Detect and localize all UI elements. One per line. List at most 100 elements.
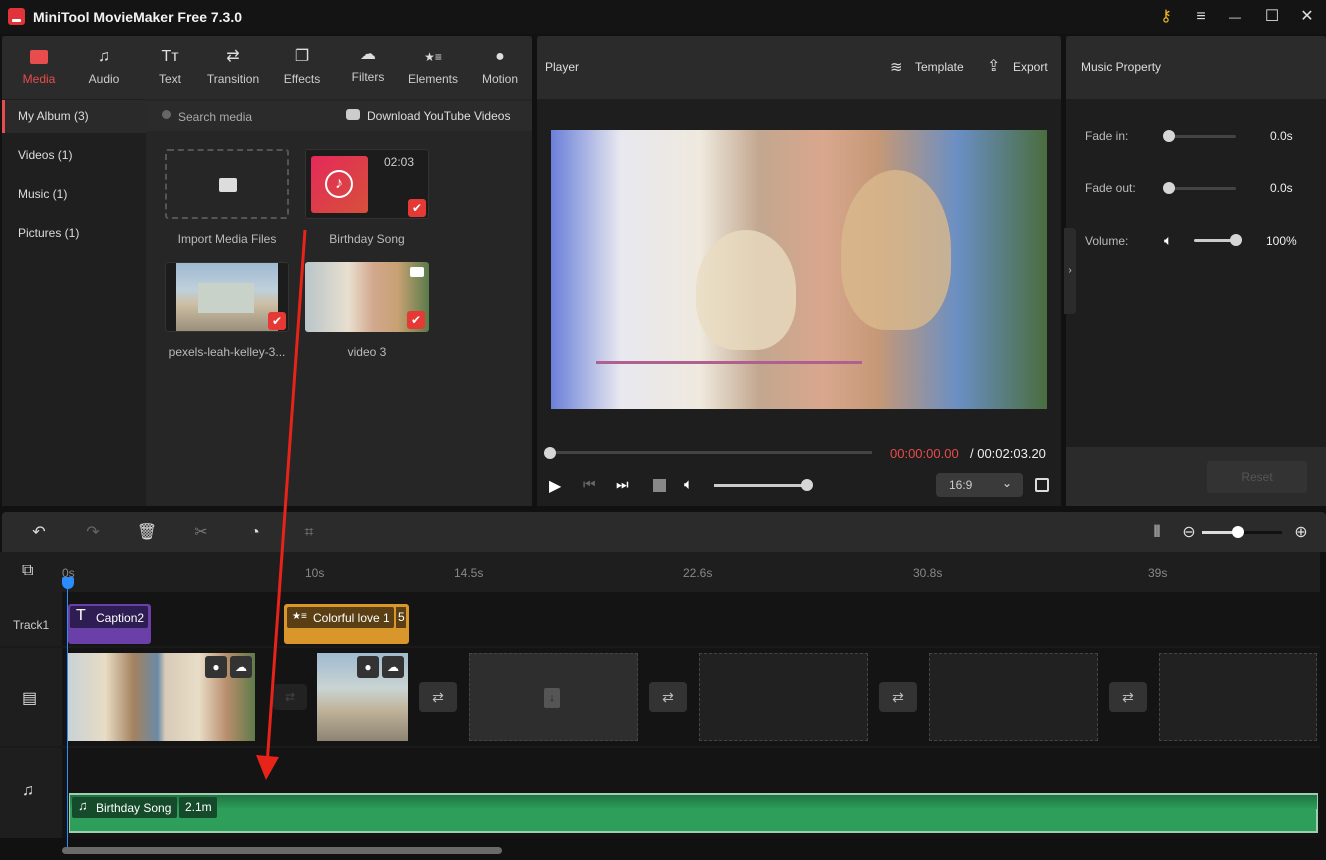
redo-button[interactable]: ↷ <box>82 522 104 544</box>
annotation-arrow <box>256 229 307 780</box>
filters-icon: ☁ <box>360 46 376 63</box>
music-icon: ♫ <box>78 798 88 813</box>
split-button[interactable]: ✂ <box>190 522 212 544</box>
tab-label: Effects <box>283 72 321 86</box>
timeline-ruler[interactable]: ⧉ 0s 10s 14.5s 22.6s 30.8s 39s <box>0 552 1320 592</box>
volume-icon: 🔈︎ <box>1164 232 1173 248</box>
stop-button[interactable] <box>653 479 666 492</box>
zoom-in-button[interactable]: ⊕ <box>1290 522 1312 544</box>
caption-clip[interactable]: T Caption2 <box>68 604 151 644</box>
search-input[interactable]: Search media <box>178 110 252 124</box>
transition-slot[interactable]: ⇄ <box>1109 682 1147 712</box>
player-header: Player ≋ Template ⇪ Export <box>537 36 1061 99</box>
media-item-video-3[interactable]: ✔ <box>305 262 429 332</box>
zoom-handle[interactable] <box>1232 526 1244 538</box>
annotation-arrow-head <box>256 755 279 780</box>
next-frame-button[interactable]: ⏭ <box>616 476 629 493</box>
tab-text[interactable]: Tт Text <box>142 36 198 99</box>
previous-frame-button[interactable]: ⏮ <box>583 476 596 493</box>
video-track-icon: ▤ <box>22 690 38 707</box>
video-preview[interactable] <box>551 130 1047 409</box>
collapse-panel-handle[interactable]: › <box>1064 228 1076 314</box>
property-title: Music Property <box>1081 60 1162 74</box>
tab-label: Text <box>158 72 181 86</box>
transition-icon: ⇄ <box>226 48 240 65</box>
play-button[interactable]: ▶ <box>549 476 561 496</box>
volume-slider[interactable] <box>714 484 806 487</box>
main-toolbar: Media ♫ Audio Tт Text ⇄ Transition ❐ Eff… <box>2 36 532 99</box>
fade-in-handle[interactable] <box>1163 130 1175 142</box>
timeline-scrollbar[interactable] <box>62 847 502 854</box>
media-label: Birthday Song <box>329 232 405 246</box>
undo-button[interactable]: ↶ <box>28 522 50 544</box>
zoom-out-button[interactable]: ⊖ <box>1178 522 1200 544</box>
caption-clip-label: Caption2 <box>96 611 145 625</box>
delete-button[interactable]: 🗑︎ <box>136 522 158 544</box>
fade-in-slider[interactable] <box>1168 135 1236 138</box>
drop-media-icon: ↓ <box>544 688 560 708</box>
music-track-icon: ♫ <box>22 782 34 799</box>
template-button[interactable]: Template <box>915 60 964 74</box>
audio-clip[interactable]: ♫ Birthday Song 2.1m <box>69 793 1318 833</box>
image-clip[interactable]: ● ☁ <box>317 653 408 741</box>
tab-label: Audio <box>88 72 120 86</box>
playhead-handle[interactable] <box>62 577 74 589</box>
key-icon[interactable]: ⚷ <box>1153 6 1179 28</box>
search-icon <box>162 110 171 119</box>
volume-value: 100% <box>1266 234 1297 248</box>
export-button[interactable]: Export <box>1013 60 1048 74</box>
checkmark-icon[interactable]: ✔ <box>407 311 425 329</box>
nav-my-album[interactable]: My Album (3) <box>2 100 146 133</box>
checkmark-icon[interactable]: ✔ <box>408 199 426 217</box>
empty-slot[interactable] <box>699 653 868 741</box>
aspect-ratio-select[interactable]: 16:9 ⌄ <box>936 473 1023 497</box>
maximize-button[interactable]: ☐ <box>1259 6 1285 28</box>
volume-handle[interactable] <box>801 479 813 491</box>
video-camera-icon <box>410 267 424 277</box>
aspect-ratio-value: 16:9 <box>949 478 973 492</box>
volume-icon[interactable]: 🔈︎ <box>684 476 693 493</box>
nav-videos[interactable]: Videos (1) <box>2 139 146 172</box>
reset-button[interactable]: Reset <box>1207 461 1307 493</box>
seek-handle[interactable] <box>544 447 556 459</box>
text-icon: Tт <box>161 48 179 65</box>
transition-slot[interactable]: ⇄ <box>419 682 457 712</box>
empty-slot[interactable] <box>1159 653 1317 741</box>
download-youtube-button[interactable]: Download YouTube Videos <box>367 109 510 123</box>
video-clip[interactable]: ● ☁ <box>68 653 255 741</box>
fullscreen-button[interactable] <box>1035 478 1049 492</box>
tab-elements[interactable]: ★≡ Elements <box>402 36 464 99</box>
music-volume-handle[interactable] <box>1230 234 1242 246</box>
empty-slot[interactable] <box>929 653 1098 741</box>
transition-slot[interactable]: ⇄ <box>879 682 917 712</box>
media-item-birthday-song[interactable]: ♪ 02:03 ✔ <box>305 149 429 219</box>
tab-audio[interactable]: ♫ Audio <box>74 36 134 99</box>
fit-timeline-button[interactable]: ⦀ <box>1146 522 1168 544</box>
import-media-button[interactable] <box>165 149 289 219</box>
player-seekbar[interactable] <box>549 451 872 454</box>
menu-button[interactable]: ≡ <box>1188 6 1214 28</box>
property-header: Music Property <box>1066 36 1326 99</box>
close-button[interactable]: ✕ <box>1294 6 1320 28</box>
tab-media[interactable]: Media <box>8 36 70 99</box>
nav-music[interactable]: Music (1) <box>2 178 146 211</box>
person-right <box>841 170 951 330</box>
drop-slot[interactable]: ↓ <box>469 653 638 741</box>
fade-out-slider[interactable] <box>1168 187 1236 190</box>
music-thumbnail: ♪ <box>311 156 368 213</box>
media-duration: 02:03 <box>384 155 415 169</box>
transition-slot[interactable]: ⇄ <box>649 682 687 712</box>
tab-motion[interactable]: ● Motion <box>470 36 530 99</box>
caption-overlay-bar <box>596 361 862 364</box>
fade-out-handle[interactable] <box>1163 182 1175 194</box>
media-search-bar: Search media Download YouTube Videos <box>146 101 532 131</box>
nav-pictures[interactable]: Pictures (1) <box>2 217 146 250</box>
add-track-button[interactable]: ⧉ <box>22 562 33 580</box>
tab-filters[interactable]: ☁ Filters <box>338 34 398 97</box>
minimize-button[interactable]: — <box>1222 6 1248 28</box>
playhead-line <box>67 578 68 848</box>
element-clip-label: Colorful love 1 <box>313 611 390 625</box>
tab-transition[interactable]: ⇄ Transition <box>200 36 266 99</box>
track1-label: Track1 <box>13 618 50 632</box>
tab-effects[interactable]: ❐ Effects <box>272 36 332 99</box>
